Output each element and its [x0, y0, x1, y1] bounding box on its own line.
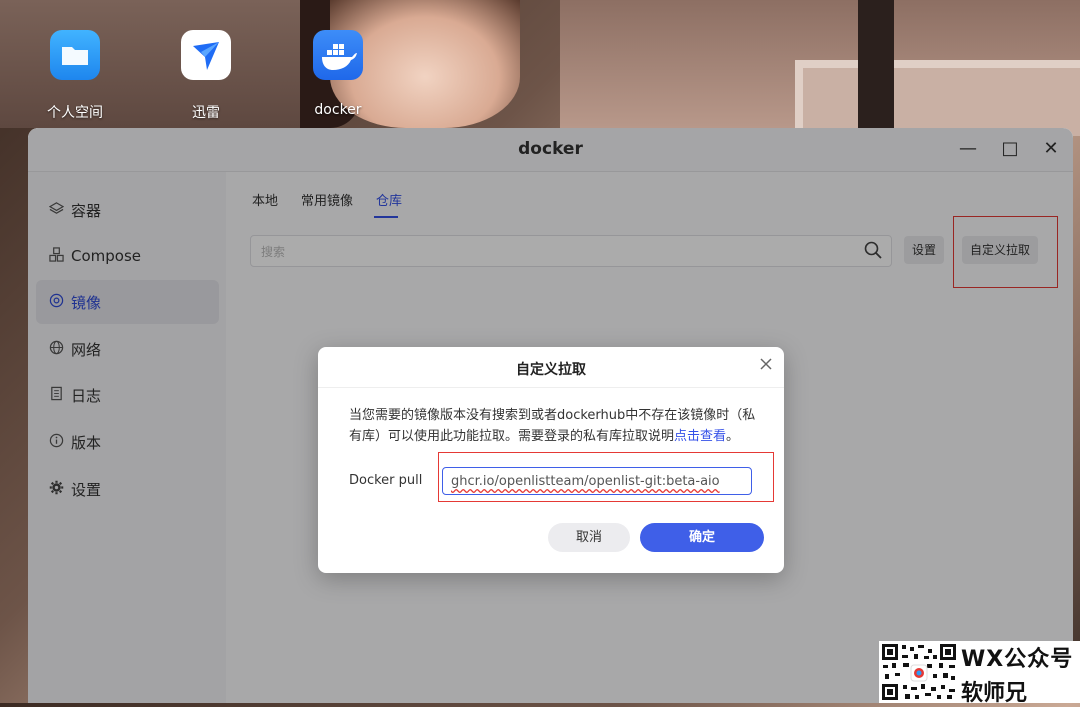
cancel-button[interactable]: 取消	[548, 523, 630, 552]
desktop-icon-label: 个人空间	[47, 105, 103, 121]
dialog-divider	[318, 387, 784, 388]
docker-whale-icon	[313, 30, 363, 80]
thunder-bird-icon	[181, 30, 231, 80]
watermark-line1: WX公众号	[961, 647, 1074, 672]
desktop-icon-thunder[interactable]: 迅雷	[166, 30, 246, 122]
folder-icon	[50, 30, 100, 80]
close-icon[interactable]	[758, 357, 774, 373]
highlight-box-input	[438, 452, 774, 502]
help-link[interactable]: 点击查看	[674, 429, 726, 444]
desktop-icon-label: docker	[314, 102, 362, 118]
dialog-description-end: 。	[726, 429, 740, 444]
desktop-icon-docker[interactable]: docker	[298, 30, 378, 118]
confirm-button[interactable]: 确定	[640, 523, 764, 552]
dialog-description: 当您需要的镜像版本没有搜索到或者dockerhub中不存在该镜像时（私有库）可以…	[349, 405, 759, 447]
wallpaper-pole	[858, 0, 894, 128]
desktop-icon-personal-space[interactable]: 个人空间	[35, 30, 115, 122]
docker-pull-label: Docker pull	[349, 473, 423, 488]
watermark: WX公众号 软师兄	[879, 641, 1080, 706]
desktop-icon-label: 迅雷	[192, 105, 220, 121]
qr-code-icon	[881, 643, 957, 701]
watermark-line2: 软师兄	[961, 681, 1028, 706]
wallpaper-frame	[795, 60, 1080, 136]
dialog-title: 自定义拉取	[516, 362, 586, 378]
